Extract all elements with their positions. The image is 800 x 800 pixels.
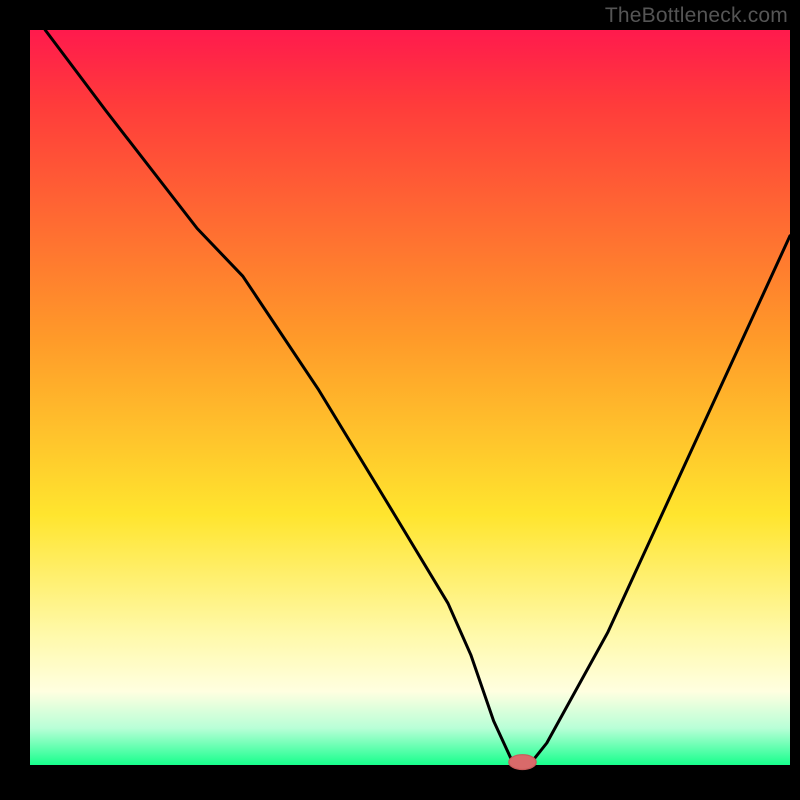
watermark-text: TheBottleneck.com — [605, 4, 788, 28]
optimum-marker — [509, 755, 536, 770]
chart-container: { "watermark": "TheBottleneck.com", "col… — [0, 0, 800, 800]
plot-area — [30, 30, 790, 765]
bottleneck-chart-svg — [0, 0, 800, 800]
